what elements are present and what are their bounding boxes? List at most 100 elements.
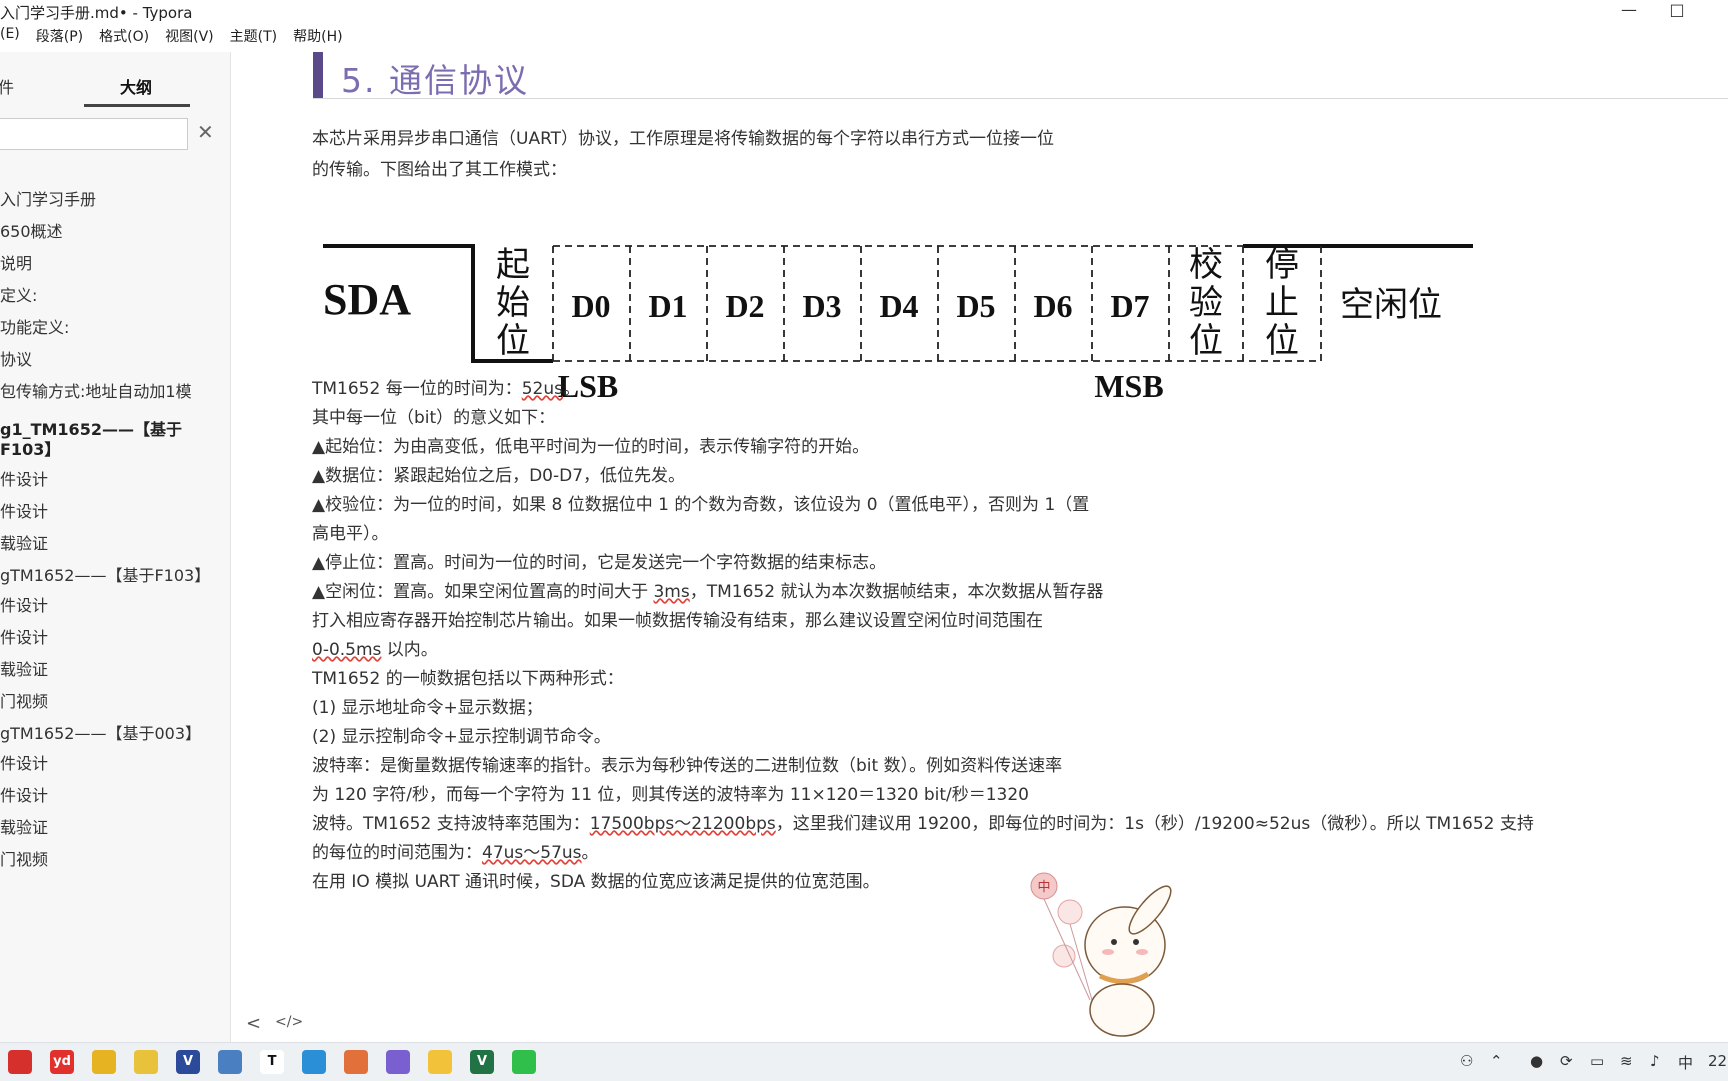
outline-item[interactable]: 件设计 [0,464,230,496]
outline-list: 入门学习手册 650概述 说明 定义: 功能定义: 协议 包传输方式:地址自动加1模 g1_T… [0,184,230,876]
outline-item[interactable]: 门视频 [0,686,230,718]
vivado-icon[interactable]: V [176,1050,200,1074]
outline-item[interactable]: 载验证 [0,654,230,686]
tab-files[interactable]: 件 [0,74,14,98]
outline-item[interactable]: 定义: [0,280,230,312]
window-title: 入门学习手册.md• - Typora [0,4,193,22]
spellcheck-underlined-term: 17500bps～21200bps [589,814,776,834]
youdao-icon[interactable]: yd [50,1050,74,1074]
outline-item[interactable]: 件设计 [0,748,230,780]
chevron-up-icon[interactable]: ⌃ [1490,1052,1503,1070]
spellcheck-underlined-term: 52us [521,379,563,399]
excel-like-icon[interactable]: V [470,1050,494,1074]
outline-item[interactable]: gTM1652——【基于F103】 [0,560,230,590]
heading-accent-bar [313,52,323,98]
body-line-text: ▲数据位：紧跟起始位之后，D0-D7，低位先发。 [312,466,686,486]
body-line: 在用 IO 模拟 UART 通讯时候，SDA 数据的位宽应该满足提供的位宽范围。 [312,867,880,892]
body-line-text: 为 120 字符/秒，而每一个字符为 11 位，则其传送的波特率为 11×120… [312,785,1029,805]
minimize-button[interactable]: — [1614,0,1644,19]
body-line-text: ，TM1652 就认为本次数据帧结束，本次数据从暂存器 [689,582,1104,602]
battery-icon[interactable]: ▭ [1590,1052,1604,1070]
body-line-text: 以内。 [381,640,438,660]
spellcheck-underlined-term: 47us～57us [482,843,582,863]
app-net-icon[interactable] [218,1050,242,1074]
body-line: 为 120 字符/秒，而每一个字符为 11 位，则其传送的波特率为 11×120… [312,780,1029,805]
outline-item[interactable]: 包传输方式:地址自动加1模 [0,376,230,408]
outline-item[interactable]: 入门学习手册 [0,184,230,216]
menu-bar: (E) 段落(P) 格式(O) 视图(V) 主题(T) 帮助(H) [0,26,359,50]
tab-outline[interactable]: 大纲 [120,74,152,98]
app-purple-icon[interactable] [386,1050,410,1074]
mic-icon[interactable]: ● [1530,1052,1543,1070]
start-bit-label-3: 位 [496,322,530,360]
close-icon[interactable]: ✕ [197,120,214,144]
back-button[interactable]: < [246,1013,261,1034]
editor-area[interactable]: 5. 通信协议 本芯片采用异步串口通信（UART）协议，工作原理是将传输数据的每… [231,52,1728,1042]
body-line-text: 。 [563,379,580,399]
clock[interactable]: 22 [1708,1052,1727,1070]
body-line: ▲起始位：为由高变低，低电平时间为一位的时间，表示传输字符的开始。 [312,432,869,457]
app-yellow-icon[interactable] [92,1050,116,1074]
outline-item[interactable]: 件设计 [0,590,230,622]
bit-d0: D0 [571,288,610,324]
outline-item[interactable]: 说明 [0,248,230,280]
sync-icon[interactable]: ⟳ [1560,1052,1573,1070]
wechat-icon[interactable] [512,1050,536,1074]
outline-item[interactable]: gTM1652——【基于003】 [0,718,230,748]
outline-item[interactable]: 件设计 [0,496,230,528]
body-line: 的每位的时间范围为：47us～57us。 [312,838,599,863]
body-line-text: (2) 显示控制命令+显示控制调节命令。 [312,727,611,747]
volume-icon[interactable]: ♪ [1650,1052,1660,1070]
parity-bit-label-2: 验 [1189,284,1223,322]
outline-item[interactable]: g1_TM1652——【基于F103】 [0,408,230,464]
outline-filter-input[interactable] [0,118,188,150]
menu-help[interactable]: 帮助(H) [293,26,342,50]
outline-item[interactable]: 件设计 [0,780,230,812]
outline-item[interactable]: 门视频 [0,844,230,876]
spellcheck-underlined-term: 3ms [653,582,690,602]
body-line: TM1652 每一位的时间为：52us。 [312,374,580,399]
app-red-icon[interactable] [8,1050,32,1074]
parity-bit-label-1: 校 [1189,246,1223,284]
heading-text: 5. 通信协议 [341,61,529,100]
body-line-text: ，这里我们建议用 19200，即每位的时间为：1s（秒）/19200≈52us（… [775,814,1534,834]
body-line-text: 波特率：是衡量数据传输速率的指针。表示为每秒钟传送的二进制位数（bit 数）。例… [312,756,1063,776]
idle-bit-label: 空闲位 [1340,286,1442,324]
body-line-text: ▲校验位：为一位的时间，如果 8 位数据位中 1 的个数为奇数，该位设为 0（置… [312,495,1090,515]
outline-item[interactable]: 650概述 [0,216,230,248]
taskbar: yd V T V ⚇ ⌃ ● ⟳ ▭ ≋ ♪ 中 22 [0,1042,1728,1081]
section-heading: 5. 通信协议 [313,52,1728,100]
body-line-text: ▲空闲位：置高。如果空闲位置高的时间大于 [312,582,654,602]
outline-item[interactable]: 载验证 [0,528,230,560]
app-orange-icon[interactable] [344,1050,368,1074]
outline-item[interactable]: 功能定义: [0,312,230,344]
app-blue-icon[interactable] [302,1050,326,1074]
bit-d7: D7 [1110,288,1149,324]
stop-bit-label-1: 停 [1265,246,1299,284]
source-mode-button[interactable]: </> [275,1014,303,1030]
wifi-icon[interactable]: ≋ [1620,1052,1633,1070]
body-line-text: 其中每一位（bit）的意义如下： [312,408,556,428]
sidebar: 件 大纲 ✕ 入门学习手册650概述说明定义:功能定义:协议包传输方式:地址自动… [0,52,231,1042]
file-explorer-icon[interactable] [428,1050,452,1074]
body-line-text: 。 [581,843,599,863]
menu-edit[interactable]: (E) [0,26,20,50]
people-icon[interactable]: ⚇ [1460,1052,1473,1070]
body-line-text: 的每位的时间范围为： [312,843,482,863]
bit-d4: D4 [879,288,918,324]
maximize-button[interactable]: □ [1662,0,1692,19]
body-line: TM1652 的一帧数据包括以下两种形式： [312,664,624,689]
outline-item[interactable]: 载验证 [0,812,230,844]
outline-item[interactable]: 协议 [0,344,230,376]
outline-item[interactable]: 件设计 [0,622,230,654]
body-line: 高电平）。 [312,519,389,544]
ime-indicator[interactable]: 中 [1678,1052,1693,1073]
body-line-text: 在用 IO 模拟 UART 通讯时候，SDA 数据的位宽应该满足提供的位宽范围。 [312,872,880,892]
menu-paragraph[interactable]: 段落(P) [36,26,83,50]
menu-theme[interactable]: 主题(T) [230,26,277,50]
menu-view[interactable]: 视图(V) [165,26,214,50]
typora-icon[interactable]: T [260,1050,284,1074]
menu-format[interactable]: 格式(O) [99,26,149,50]
sda-label: SDA [323,275,411,324]
app-yellow2-icon[interactable] [134,1050,158,1074]
